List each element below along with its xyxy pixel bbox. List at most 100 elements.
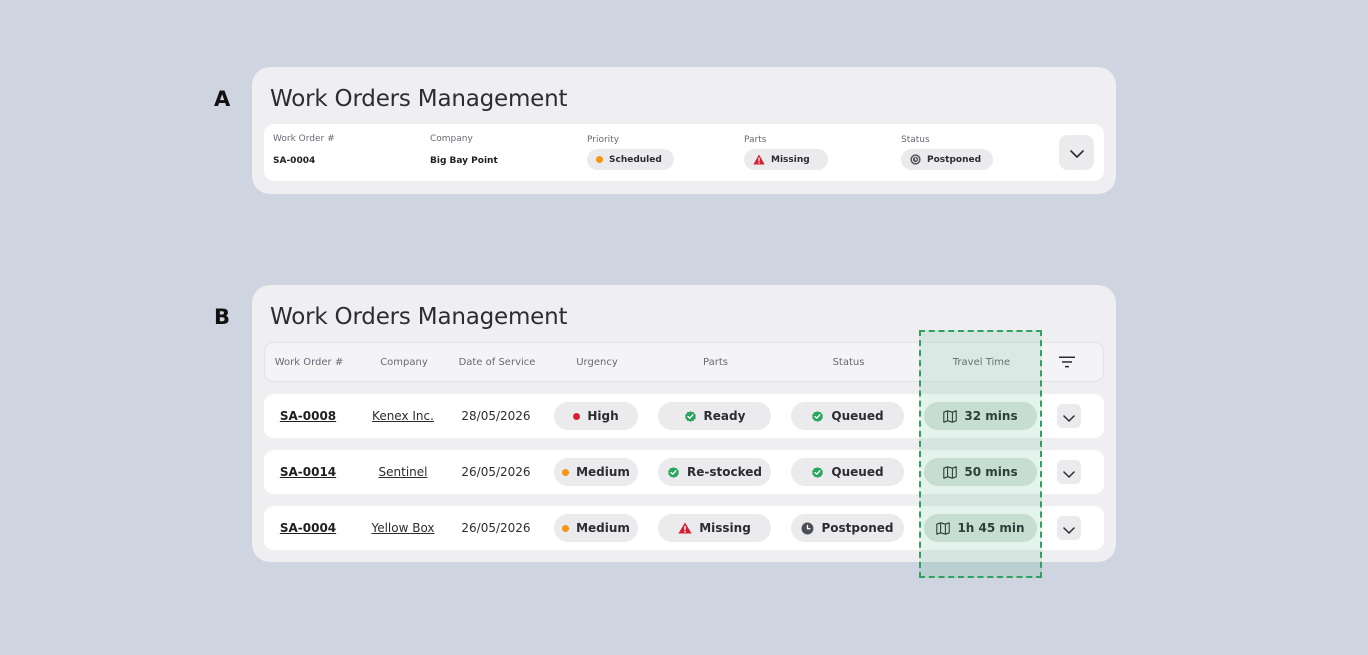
parts-cell: Ready xyxy=(658,394,771,438)
travel-time-cell: 32 mins xyxy=(924,394,1037,438)
work-order-cell: SA-0004 xyxy=(264,506,352,550)
check-badge-icon xyxy=(684,410,697,423)
work-order-link[interactable]: SA-0014 xyxy=(280,465,336,479)
badge-label: High xyxy=(587,409,619,423)
clock-icon xyxy=(910,154,921,165)
badge-label: 50 mins xyxy=(964,465,1018,479)
column-header-date[interactable]: Date of Service xyxy=(453,343,541,381)
badge-label: Queued xyxy=(831,465,884,479)
status-badge: Queued xyxy=(791,402,904,430)
expand-row-button[interactable] xyxy=(1057,460,1081,484)
column-header-urgency[interactable]: Urgency xyxy=(555,343,639,381)
section-label-b: B xyxy=(214,305,231,329)
check-badge-icon xyxy=(667,466,680,479)
chevron-down-icon xyxy=(1063,519,1075,538)
travel-time-cell: 50 mins xyxy=(924,450,1037,494)
badge-label: Re-stocked xyxy=(687,465,762,479)
work-order-link[interactable]: SA-0008 xyxy=(280,409,336,423)
table-row[interactable]: SA-0014 Sentinel 26/05/2026 Medium Re-st… xyxy=(264,450,1104,494)
column-header-work-order[interactable]: Work Order # xyxy=(265,343,353,381)
company-link[interactable]: Sentinel xyxy=(379,465,428,479)
page-title: Work Orders Management xyxy=(270,304,568,330)
priority-dot-icon xyxy=(596,156,603,163)
travel-time-badge: 50 mins xyxy=(924,458,1037,486)
badge-label: Ready xyxy=(703,409,746,423)
status-badge: Postponed xyxy=(791,514,904,542)
badge-label: Queued xyxy=(831,409,884,423)
map-icon xyxy=(936,521,951,535)
warning-triangle-icon xyxy=(753,154,765,165)
date-of-service: 26/05/2026 xyxy=(461,521,531,535)
table-row[interactable]: SA-0004 Yellow Box 26/05/2026 Medium Mis… xyxy=(264,506,1104,550)
company-link[interactable]: Yellow Box xyxy=(371,521,434,535)
chevron-down-icon xyxy=(1063,407,1075,426)
company-cell: Yellow Box xyxy=(364,506,442,550)
date-of-service: 28/05/2026 xyxy=(461,409,531,423)
expand-row-button[interactable] xyxy=(1057,404,1081,428)
date-cell: 26/05/2026 xyxy=(452,450,540,494)
table-row[interactable]: SA-0008 Kenex Inc. 28/05/2026 High Ready… xyxy=(264,394,1104,438)
work-order-link[interactable]: SA-0004 xyxy=(280,521,336,535)
warning-triangle-icon xyxy=(678,522,692,534)
expand-button[interactable] xyxy=(1059,135,1094,170)
work-orders-card-table: Work Orders Management Work Order # Comp… xyxy=(252,285,1116,562)
badge-label: 1h 45 min xyxy=(957,521,1025,535)
status-cell: Queued xyxy=(791,450,904,494)
chevron-down-icon xyxy=(1069,143,1084,162)
urgency-dot-icon xyxy=(573,412,581,420)
date-cell: 26/05/2026 xyxy=(452,506,540,550)
travel-time-cell: 1h 45 min xyxy=(924,506,1037,550)
urgency-badge: Medium xyxy=(554,514,638,542)
column-header-status[interactable]: Status xyxy=(792,343,905,381)
date-of-service: 26/05/2026 xyxy=(461,465,531,479)
field-label: Priority xyxy=(587,135,620,145)
field-label: Work Order # xyxy=(273,134,335,144)
map-icon xyxy=(943,409,958,423)
parts-field: Parts Missing xyxy=(744,124,874,181)
urgency-dot-icon xyxy=(562,524,570,532)
parts-badge: Ready xyxy=(658,402,771,430)
parts-badge: Missing xyxy=(744,149,828,170)
parts-badge: Re-stocked xyxy=(658,458,771,486)
urgency-cell: Medium xyxy=(554,506,638,550)
urgency-dot-icon xyxy=(562,468,570,476)
filter-button[interactable] xyxy=(1057,352,1077,372)
work-orders-card-compact: Work Orders Management Work Order # SA-0… xyxy=(252,67,1116,194)
table-header: Work Order # Company Date of Service Urg… xyxy=(264,342,1104,382)
urgency-badge: High xyxy=(554,402,638,430)
badge-label: Postponed xyxy=(927,154,982,165)
expand-row-button[interactable] xyxy=(1057,516,1081,540)
field-label: Status xyxy=(901,135,930,145)
status-badge: Postponed xyxy=(901,149,994,170)
company-link[interactable]: Kenex Inc. xyxy=(372,409,434,423)
badge-label: 32 mins xyxy=(964,409,1018,423)
check-badge-icon xyxy=(811,410,824,423)
date-cell: 28/05/2026 xyxy=(452,394,540,438)
status-cell: Queued xyxy=(791,394,904,438)
chevron-down-icon xyxy=(1063,463,1075,482)
section-label-a: A xyxy=(214,87,231,111)
column-header-company[interactable]: Company xyxy=(365,343,443,381)
field-label: Parts xyxy=(744,135,767,145)
filter-icon xyxy=(1059,353,1075,372)
badge-label: Medium xyxy=(576,521,630,535)
field-label: Company xyxy=(430,134,473,144)
work-order-cell: SA-0014 xyxy=(264,450,352,494)
status-field: Status Postponed xyxy=(901,124,1031,181)
map-icon xyxy=(943,465,958,479)
column-header-parts[interactable]: Parts xyxy=(659,343,772,381)
field-value: Big Bay Point xyxy=(430,156,498,166)
work-order-cell: SA-0008 xyxy=(264,394,352,438)
field-value: SA-0004 xyxy=(273,156,316,166)
page-title: Work Orders Management xyxy=(270,86,568,112)
status-badge: Queued xyxy=(791,458,904,486)
urgency-cell: High xyxy=(554,394,638,438)
work-order-summary-row[interactable]: Work Order # SA-0004 Company Big Bay Poi… xyxy=(264,124,1104,181)
travel-time-badge: 1h 45 min xyxy=(924,514,1037,542)
company-cell: Kenex Inc. xyxy=(364,394,442,438)
priority-field: Priority Scheduled xyxy=(587,124,717,181)
parts-badge: Missing xyxy=(658,514,771,542)
badge-label: Medium xyxy=(576,465,630,479)
parts-cell: Re-stocked xyxy=(658,450,771,494)
column-header-travel-time[interactable]: Travel Time xyxy=(925,343,1038,381)
